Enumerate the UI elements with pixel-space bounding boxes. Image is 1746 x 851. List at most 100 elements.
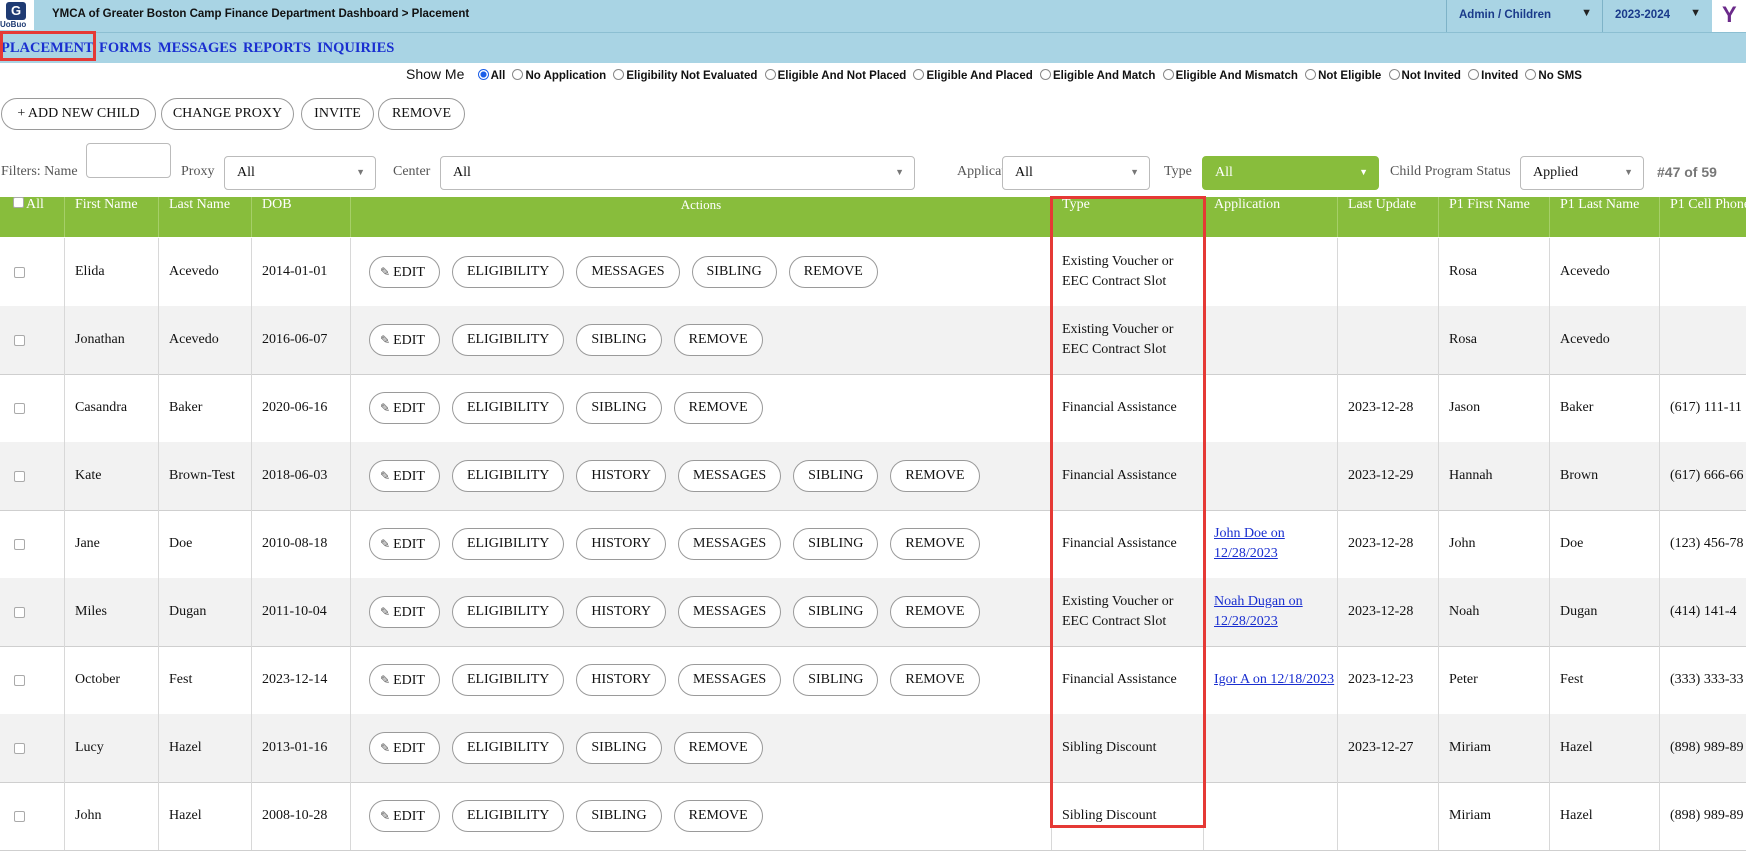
sibling-row-button[interactable]: SIBLING bbox=[793, 596, 879, 628]
sibling-row-button[interactable]: SIBLING bbox=[576, 732, 662, 764]
row-checkbox[interactable] bbox=[14, 402, 25, 414]
messages-row-button[interactable]: MESSAGES bbox=[678, 596, 782, 628]
radio-eligible-match[interactable] bbox=[1039, 69, 1051, 80]
row-checkbox[interactable] bbox=[14, 674, 25, 686]
messages-row-button[interactable]: MESSAGES bbox=[678, 664, 782, 696]
remove-row-button[interactable]: REMOVE bbox=[788, 256, 878, 288]
remove-row-button[interactable]: REMOVE bbox=[890, 664, 980, 696]
center-filter-select[interactable]: All ▼ bbox=[440, 156, 915, 190]
name-filter-input[interactable] bbox=[86, 143, 171, 178]
change-proxy-button[interactable]: CHANGE PROXY bbox=[161, 98, 294, 130]
ymca-y-icon: Y bbox=[1722, 2, 1737, 27]
application-link[interactable]: Noah Dugan on 12/28/2023 bbox=[1214, 592, 1337, 632]
invite-button[interactable]: INVITE bbox=[301, 98, 374, 130]
program-status-select[interactable]: Applied ▼ bbox=[1520, 156, 1644, 190]
remove-row-button[interactable]: REMOVE bbox=[890, 528, 980, 560]
col-first-name[interactable]: First Name bbox=[65, 197, 159, 237]
history-row-button[interactable]: HISTORY bbox=[576, 528, 667, 560]
application-link[interactable]: Igor A on 12/18/2023 bbox=[1214, 670, 1334, 690]
row-checkbox[interactable] bbox=[14, 538, 25, 550]
nav-messages[interactable]: MESSAGES bbox=[158, 40, 237, 57]
eligibility-row-button[interactable]: ELIGIBILITY bbox=[451, 528, 565, 560]
row-dob-cell: 2013-01-16 bbox=[252, 714, 351, 782]
radio-eligible-not-placed[interactable] bbox=[764, 69, 776, 80]
eligibility-row-button[interactable]: ELIGIBILITY bbox=[451, 392, 565, 424]
application-filter-select[interactable]: All ▼ bbox=[1002, 156, 1150, 190]
remove-row-button[interactable]: REMOVE bbox=[673, 324, 763, 356]
edit-row-button[interactable]: ✎ EDIT bbox=[369, 800, 440, 832]
edit-row-button[interactable]: ✎ EDIT bbox=[369, 256, 440, 288]
eligibility-row-button[interactable]: ELIGIBILITY bbox=[451, 732, 565, 764]
row-checkbox[interactable] bbox=[14, 810, 25, 822]
button-label: EDIT bbox=[393, 265, 425, 280]
history-row-button[interactable]: HISTORY bbox=[576, 664, 667, 696]
edit-row-button[interactable]: ✎ EDIT bbox=[369, 664, 440, 696]
col-application[interactable]: Application bbox=[1204, 197, 1338, 237]
history-row-button[interactable]: HISTORY bbox=[576, 460, 667, 492]
col-dob[interactable]: DOB bbox=[252, 197, 351, 237]
row-checkbox[interactable] bbox=[14, 334, 25, 346]
year-select[interactable]: 2023-2024 ▼ bbox=[1602, 0, 1711, 32]
sibling-row-button[interactable]: SIBLING bbox=[793, 664, 879, 696]
edit-row-button[interactable]: ✎ EDIT bbox=[369, 596, 440, 628]
row-checkbox[interactable] bbox=[14, 606, 25, 618]
row-checkbox[interactable] bbox=[14, 266, 25, 278]
history-row-button[interactable]: HISTORY bbox=[576, 596, 667, 628]
type-filter-select[interactable]: All ▼ bbox=[1202, 156, 1379, 190]
active-nav-highlight bbox=[0, 31, 96, 61]
radio-all[interactable] bbox=[477, 69, 489, 80]
proxy-filter-select[interactable]: All ▼ bbox=[224, 156, 376, 190]
radio-invited[interactable] bbox=[1468, 69, 1480, 80]
sibling-row-button[interactable]: SIBLING bbox=[576, 324, 662, 356]
eligibility-row-button[interactable]: ELIGIBILITY bbox=[451, 596, 565, 628]
eligibility-row-button[interactable]: ELIGIBILITY bbox=[451, 256, 565, 288]
nav-reports[interactable]: REPORTS bbox=[243, 40, 311, 57]
edit-row-button[interactable]: ✎ EDIT bbox=[369, 324, 440, 356]
edit-row-button[interactable]: ✎ EDIT bbox=[369, 460, 440, 492]
remove-button[interactable]: REMOVE bbox=[378, 98, 465, 130]
col-last-name[interactable]: Last Name bbox=[159, 197, 252, 237]
radio-eligible-placed[interactable] bbox=[913, 69, 925, 80]
col-p1-cell-phone[interactable]: P1 Cell Phone bbox=[1660, 197, 1746, 237]
messages-row-button[interactable]: MESSAGES bbox=[678, 528, 782, 560]
remove-row-button[interactable]: REMOVE bbox=[890, 460, 980, 492]
col-p1-first-name[interactable]: P1 First Name bbox=[1439, 197, 1550, 237]
row-checkbox[interactable] bbox=[14, 470, 25, 482]
radio-not-eligible[interactable] bbox=[1305, 69, 1317, 80]
remove-row-button[interactable]: REMOVE bbox=[673, 732, 763, 764]
messages-row-button[interactable]: MESSAGES bbox=[678, 460, 782, 492]
role-select[interactable]: Admin / Children ▼ bbox=[1446, 0, 1602, 32]
messages-row-button[interactable]: MESSAGES bbox=[576, 256, 680, 288]
select-all-header[interactable]: All bbox=[0, 197, 65, 237]
button-label: EDIT bbox=[393, 673, 425, 688]
col-p1-last-name[interactable]: P1 Last Name bbox=[1550, 197, 1660, 237]
remove-row-button[interactable]: REMOVE bbox=[673, 800, 763, 832]
radio-eligibility-not-evaluated[interactable] bbox=[613, 69, 625, 80]
edit-row-button[interactable]: ✎ EDIT bbox=[369, 528, 440, 560]
edit-row-button[interactable]: ✎ EDIT bbox=[369, 392, 440, 424]
sibling-row-button[interactable]: SIBLING bbox=[576, 392, 662, 424]
select-all-checkbox[interactable] bbox=[13, 197, 24, 208]
eligibility-row-button[interactable]: ELIGIBILITY bbox=[451, 800, 565, 832]
application-link[interactable]: John Doe on 12/28/2023 bbox=[1214, 524, 1337, 564]
remove-row-button[interactable]: REMOVE bbox=[673, 392, 763, 424]
edit-row-button[interactable]: ✎ EDIT bbox=[369, 732, 440, 764]
sibling-row-button[interactable]: SIBLING bbox=[793, 528, 879, 560]
eligibility-row-button[interactable]: ELIGIBILITY bbox=[451, 460, 565, 492]
sibling-row-button[interactable]: SIBLING bbox=[691, 256, 777, 288]
radio-not-invited[interactable] bbox=[1388, 69, 1400, 80]
col-type[interactable]: Type bbox=[1052, 197, 1204, 237]
radio-eligible-mismatch[interactable] bbox=[1162, 69, 1174, 80]
eligibility-row-button[interactable]: ELIGIBILITY bbox=[451, 664, 565, 696]
eligibility-row-button[interactable]: ELIGIBILITY bbox=[451, 324, 565, 356]
nav-inquiries[interactable]: INQUIRIES bbox=[317, 40, 394, 57]
sibling-row-button[interactable]: SIBLING bbox=[793, 460, 879, 492]
radio-no-sms[interactable] bbox=[1525, 69, 1537, 80]
row-checkbox[interactable] bbox=[14, 742, 25, 754]
radio-no-application[interactable] bbox=[512, 69, 524, 80]
add-new-child-button[interactable]: + ADD NEW CHILD bbox=[1, 98, 156, 130]
remove-row-button[interactable]: REMOVE bbox=[890, 596, 980, 628]
nav-forms[interactable]: FORMS bbox=[99, 40, 151, 57]
sibling-row-button[interactable]: SIBLING bbox=[576, 800, 662, 832]
col-last-update[interactable]: Last Update bbox=[1338, 197, 1439, 237]
